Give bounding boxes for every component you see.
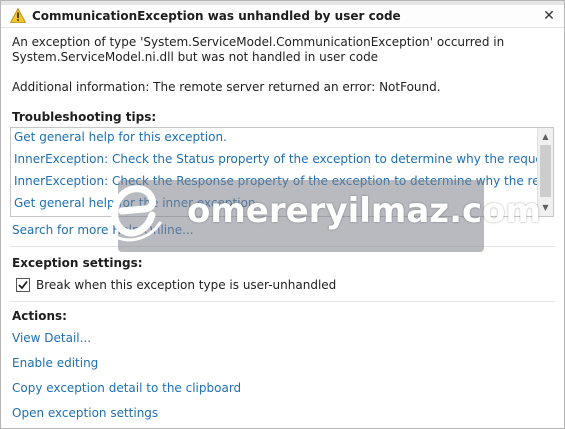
- enable-editing-link[interactable]: Enable editing: [12, 356, 98, 370]
- exception-message-line1: An exception of type 'System.ServiceMode…: [12, 35, 505, 49]
- view-detail-link[interactable]: View Detail...: [12, 331, 91, 345]
- tip-link-general-help[interactable]: Get general help for this exception.: [14, 130, 227, 144]
- exception-settings-heading: Exception settings:: [12, 256, 143, 270]
- exception-message: An exception of type 'System.ServiceMode…: [12, 35, 552, 65]
- scroll-up-arrow-icon[interactable]: ▲: [538, 130, 553, 143]
- break-when-unhandled-label[interactable]: Break when this exception type is user-u…: [36, 278, 336, 292]
- close-icon: ✕: [543, 8, 555, 24]
- title-bar: CommunicationException was unhandled by …: [1, 5, 564, 28]
- actions-heading: Actions:: [12, 309, 67, 323]
- watermark-e-logo-icon: [108, 185, 162, 242]
- break-when-unhandled-checkbox[interactable]: [16, 278, 30, 292]
- close-button[interactable]: ✕: [541, 8, 557, 24]
- warning-triangle-icon: [10, 8, 26, 23]
- additional-information: Additional information: The remote serve…: [12, 80, 441, 94]
- exception-message-line2: System.ServiceModel.ni.dll but was not h…: [12, 50, 379, 64]
- dialog-title: CommunicationException was unhandled by …: [32, 9, 401, 23]
- checkmark-icon: [18, 280, 28, 290]
- section-divider: [10, 301, 555, 302]
- scrollbar-thumb[interactable]: [540, 145, 551, 197]
- open-exception-settings-link[interactable]: Open exception settings: [12, 406, 158, 420]
- troubleshooting-heading: Troubleshooting tips:: [12, 110, 157, 124]
- exception-dialog: CommunicationException was unhandled by …: [0, 0, 565, 429]
- tip-link-status-property[interactable]: InnerException: Check the Status propert…: [14, 152, 553, 166]
- copy-exception-detail-link[interactable]: Copy exception detail to the clipboard: [12, 381, 241, 395]
- watermark-text: omereryilmaz.com: [187, 191, 541, 231]
